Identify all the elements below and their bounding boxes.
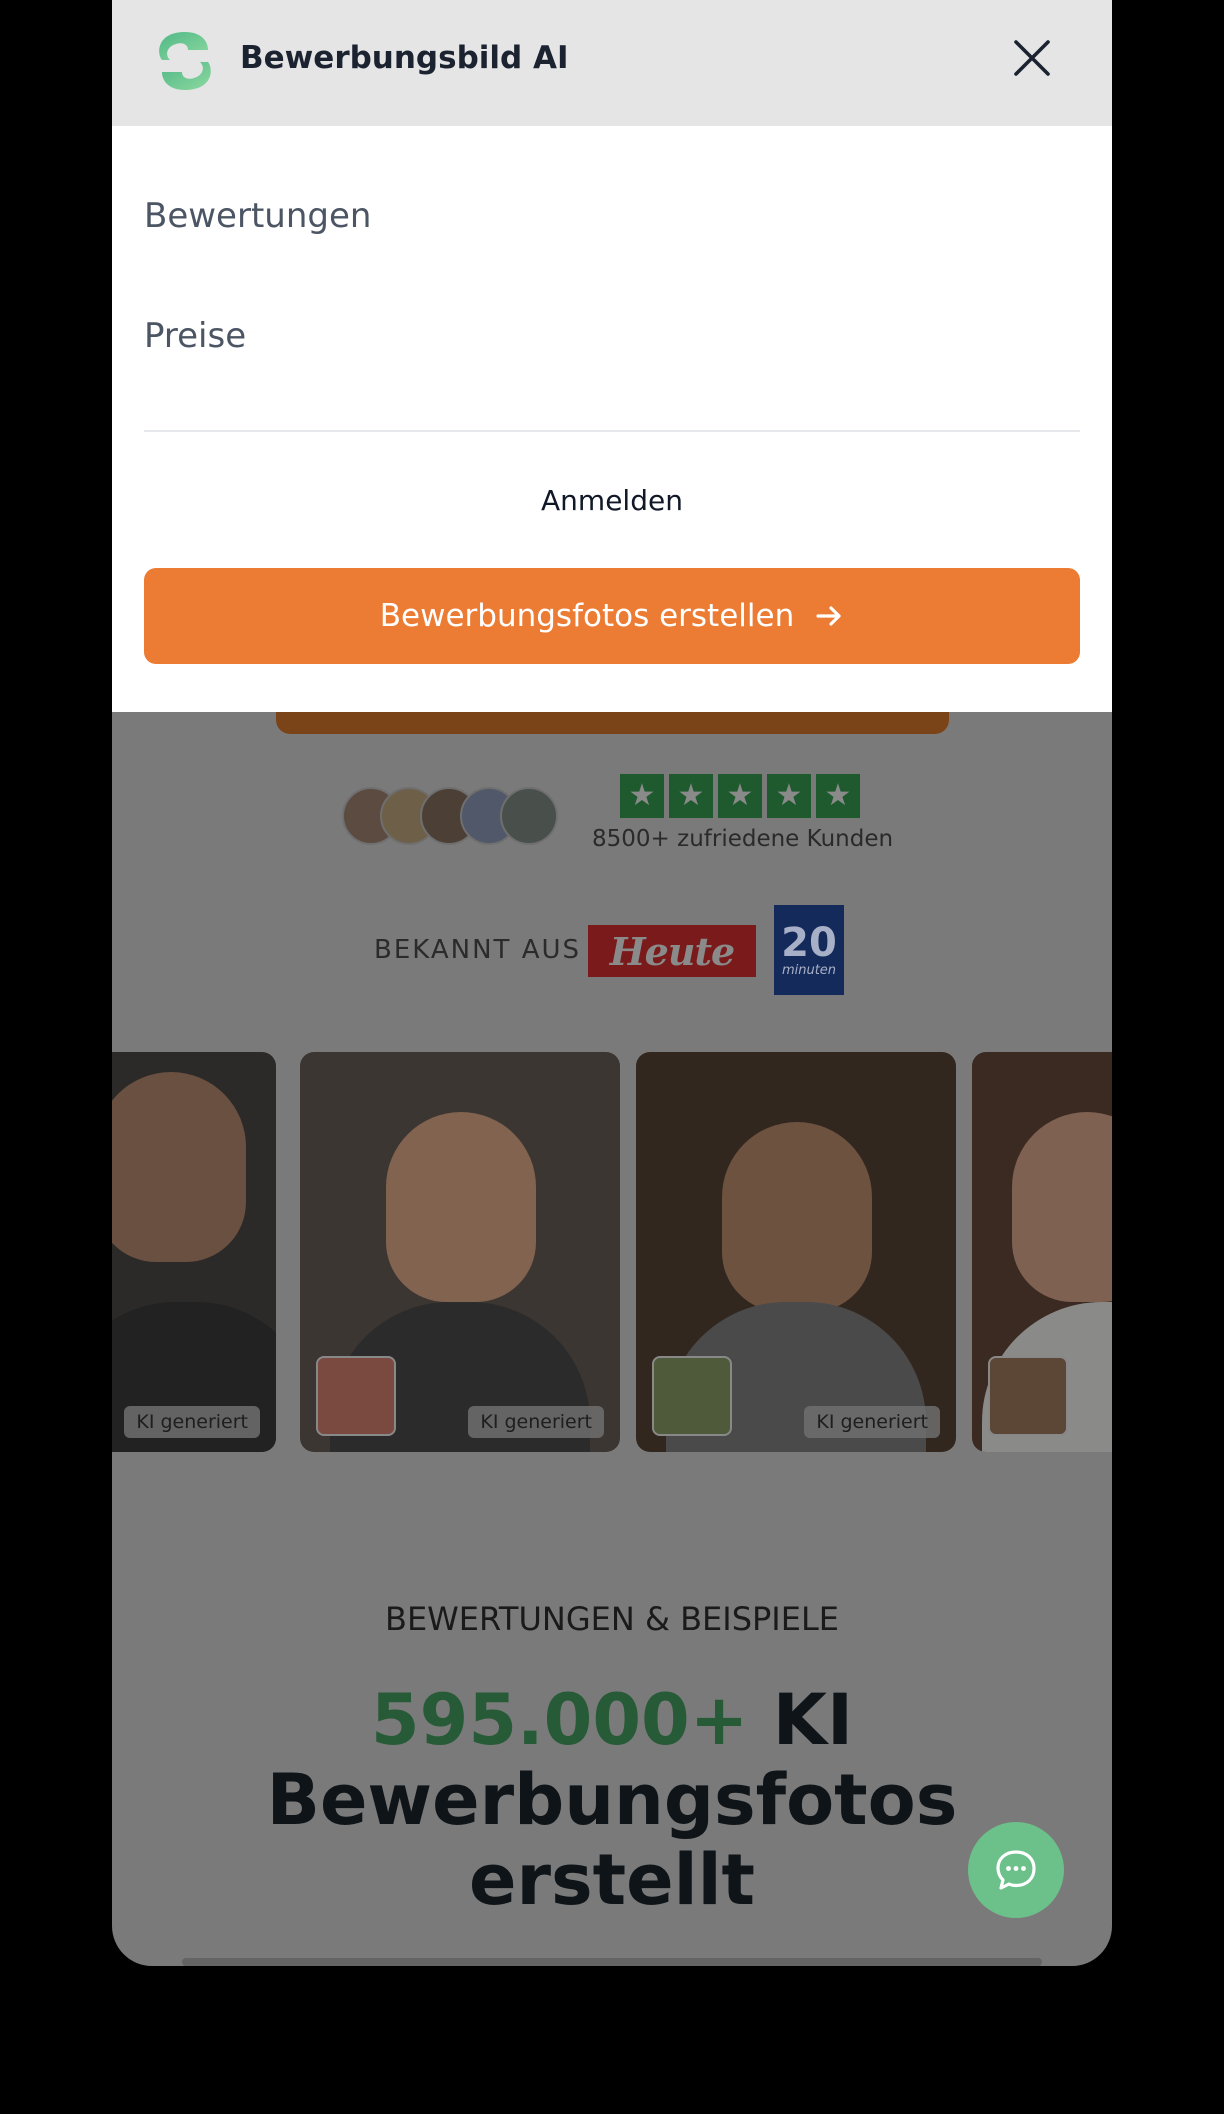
create-photos-button[interactable]: Bewerbungsfotos erstellen bbox=[144, 568, 1080, 664]
close-icon[interactable] bbox=[1012, 38, 1052, 78]
customers-count: 8500+ zufriedene Kunden bbox=[592, 826, 894, 852]
gallery-card[interactable] bbox=[972, 1052, 1112, 1452]
portrait-face bbox=[722, 1122, 872, 1312]
star-icon: ★ bbox=[767, 774, 811, 818]
source-photo-thumbnail bbox=[652, 1356, 732, 1436]
heute-logo: Heute bbox=[588, 925, 756, 977]
headline-accent: 595.000+ bbox=[370, 1679, 749, 1761]
ki-generated-badge: KI generiert bbox=[124, 1406, 260, 1438]
brand-name[interactable]: Bewerbungsbild AI bbox=[240, 40, 569, 76]
mobile-menu: Bewertungen Preise Anmelden Bewerbungsfo… bbox=[112, 126, 1112, 712]
headline-text: Bewerbungsfotos bbox=[266, 1759, 958, 1841]
brand-logo-icon[interactable] bbox=[154, 30, 216, 92]
menu-divider bbox=[144, 430, 1080, 432]
social-proof: ★ ★ ★ ★ ★ 8500+ zufriedene Kunden bbox=[342, 772, 902, 862]
arrow-right-icon bbox=[816, 606, 841, 626]
press-label: BEKANNT AUS bbox=[374, 935, 582, 965]
chat-bubble-icon bbox=[996, 1850, 1036, 1890]
portrait-face bbox=[386, 1112, 536, 1302]
star-icon: ★ bbox=[718, 774, 762, 818]
menu-item-preise[interactable]: Preise bbox=[144, 316, 246, 356]
press-mentions: BEKANNT AUS Heute 20 minuten bbox=[374, 905, 874, 997]
section-kicker: BEWERTUNGEN & BEISPIELE bbox=[384, 1600, 839, 1638]
photo-gallery[interactable]: KI generiert KI generiert KI generiert bbox=[112, 1052, 1112, 1452]
page-headline: 595.000+ KI Bewerbungsfotos erstellt bbox=[112, 1680, 1112, 1920]
headline-text: KI bbox=[772, 1679, 854, 1761]
login-link[interactable]: Anmelden bbox=[112, 484, 1112, 517]
source-photo-thumbnail bbox=[316, 1356, 396, 1436]
star-icon: ★ bbox=[816, 774, 860, 818]
headline-text: erstellt bbox=[468, 1839, 756, 1921]
chat-button[interactable] bbox=[968, 1822, 1064, 1918]
portrait-face bbox=[1012, 1112, 1112, 1302]
avatar bbox=[500, 787, 558, 845]
gallery-card[interactable]: KI generiert bbox=[636, 1052, 956, 1452]
portrait-face bbox=[112, 1072, 246, 1262]
app-frame: ★ ★ ★ ★ ★ 8500+ zufriedene Kunden BEKANN… bbox=[112, 0, 1112, 1966]
create-photos-button-label: Bewerbungsfotos erstellen bbox=[379, 598, 795, 634]
menu-item-bewertungen[interactable]: Bewertungen bbox=[144, 196, 371, 236]
rating-stars: ★ ★ ★ ★ ★ bbox=[620, 774, 860, 818]
gallery-card[interactable]: KI generiert bbox=[300, 1052, 620, 1452]
source-photo-thumbnail bbox=[988, 1356, 1068, 1436]
ki-generated-badge: KI generiert bbox=[468, 1406, 604, 1438]
star-icon: ★ bbox=[669, 774, 713, 818]
truncated-paragraph bbox=[182, 1958, 1042, 1966]
20-minuten-logo-number: 20 bbox=[781, 919, 837, 966]
menu-header: Bewerbungsbild AI bbox=[112, 0, 1112, 126]
ki-generated-badge: KI generiert bbox=[804, 1406, 940, 1438]
20-minuten-logo: 20 minuten bbox=[774, 905, 844, 995]
gallery-card[interactable]: KI generiert bbox=[112, 1052, 276, 1452]
star-icon: ★ bbox=[620, 774, 664, 818]
20-minuten-logo-sub: minuten bbox=[781, 962, 837, 978]
